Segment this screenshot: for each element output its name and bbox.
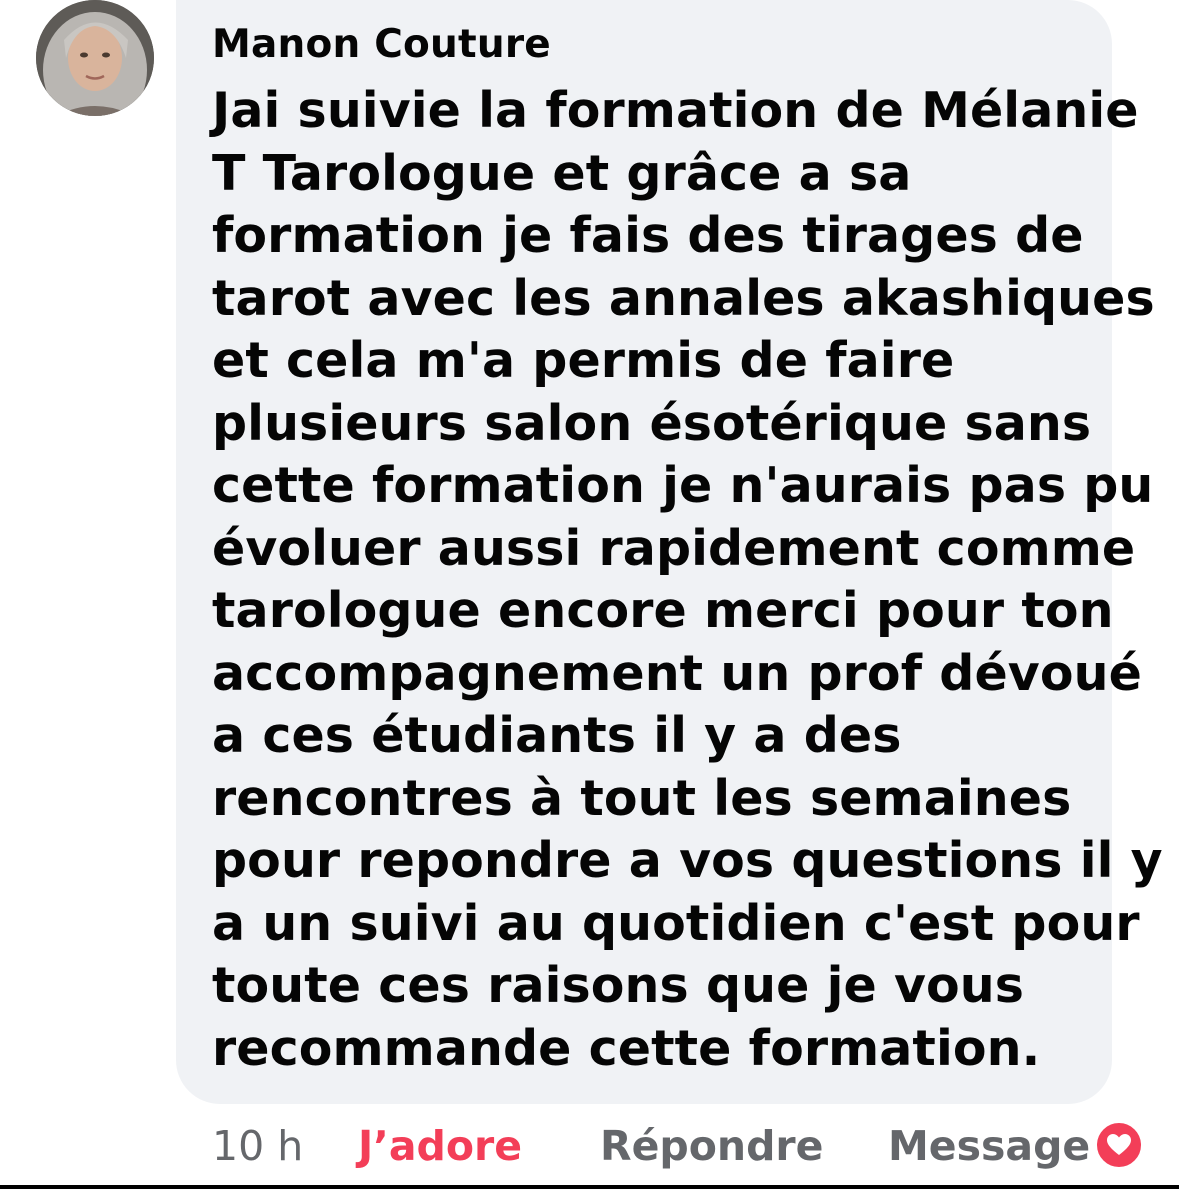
avatar[interactable]	[36, 0, 154, 116]
comment-text-line: tarot avec les annales akashiques	[212, 269, 1155, 327]
comment-text-line: plusieurs salon ésotérique sans	[212, 394, 1092, 452]
comment-actions: 10 h J’adore Répondre Message	[212, 1118, 1179, 1174]
comment-text-line: toute ces raisons que je vous	[212, 957, 1025, 1014]
heart-icon[interactable]	[1094, 1120, 1144, 1170]
message-button[interactable]: Message	[888, 1118, 1090, 1174]
comment-text-line: pour repondre a vos questions il y	[212, 832, 1163, 889]
comment-text-line: a ces étudiants il y a des	[212, 707, 902, 764]
comment-text-line: formation je fais des tirages de	[212, 207, 1084, 264]
comment-text: Jai suivie la formation de Mélanie T Tar…	[212, 80, 1163, 1080]
heart-icon-shape	[1107, 1134, 1131, 1155]
comment-text-line: cette formation je n'aurais pas pu	[212, 457, 1154, 514]
comment-text-line: a un suivi au quotidien c'est pour	[212, 894, 1140, 952]
comment-frame: Manon Couture Jai suivie la formation de…	[0, 0, 1179, 1189]
comment-text-line: accompagnement un prof dévoué	[212, 644, 1142, 702]
comment-text-line: et cela m'a permis de faire	[212, 332, 955, 389]
comment-text-line: Jai suivie la formation de Mélanie	[212, 82, 1139, 139]
avatar-image	[36, 0, 154, 116]
bottom-divider	[0, 1185, 1179, 1189]
comment-text-line: rencontres à tout les semaines	[212, 769, 1072, 827]
comment-author[interactable]: Manon Couture	[212, 22, 551, 67]
comment-text-line: évoluer aussi rapidement comme	[212, 519, 1136, 577]
reply-button[interactable]: Répondre	[600, 1118, 823, 1174]
love-button[interactable]: J’adore	[358, 1118, 522, 1174]
comment-text-line: T Tarologue et grâce a sa	[212, 144, 912, 202]
comment-text-line: tarologue encore merci pour ton	[212, 582, 1114, 639]
comment-text-line: recommande cette formation.	[212, 1019, 1041, 1077]
timestamp[interactable]: 10 h	[212, 1118, 303, 1174]
